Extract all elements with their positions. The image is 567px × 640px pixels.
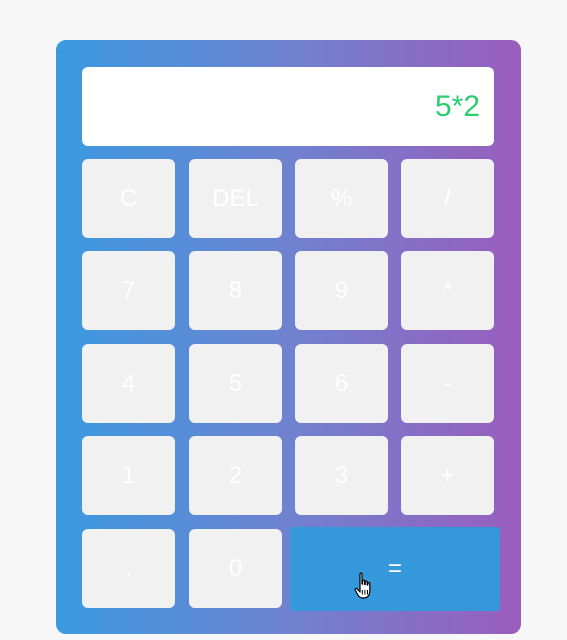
decimal-button[interactable]: .: [82, 529, 175, 608]
multiply-button[interactable]: *: [401, 251, 494, 330]
calculator: 5*2 C DEL % / 7 8 9 * 4 5 6 - 1 2 3 + . …: [56, 40, 521, 634]
delete-button[interactable]: DEL: [189, 159, 282, 238]
percent-button[interactable]: %: [295, 159, 388, 238]
add-button[interactable]: +: [401, 436, 494, 515]
calculator-display: 5*2: [82, 67, 494, 146]
seven-button[interactable]: 7: [82, 251, 175, 330]
one-button[interactable]: 1: [82, 436, 175, 515]
equals-button[interactable]: =: [290, 527, 500, 611]
five-button[interactable]: 5: [189, 344, 282, 423]
clear-button[interactable]: C: [82, 159, 175, 238]
three-button[interactable]: 3: [295, 436, 388, 515]
eight-button[interactable]: 8: [189, 251, 282, 330]
subtract-button[interactable]: -: [401, 344, 494, 423]
two-button[interactable]: 2: [189, 436, 282, 515]
display-value: 5*2: [434, 89, 480, 123]
nine-button[interactable]: 9: [295, 251, 388, 330]
six-button[interactable]: 6: [295, 344, 388, 423]
divide-button[interactable]: /: [401, 159, 494, 238]
four-button[interactable]: 4: [82, 344, 175, 423]
zero-button[interactable]: 0: [189, 529, 282, 608]
